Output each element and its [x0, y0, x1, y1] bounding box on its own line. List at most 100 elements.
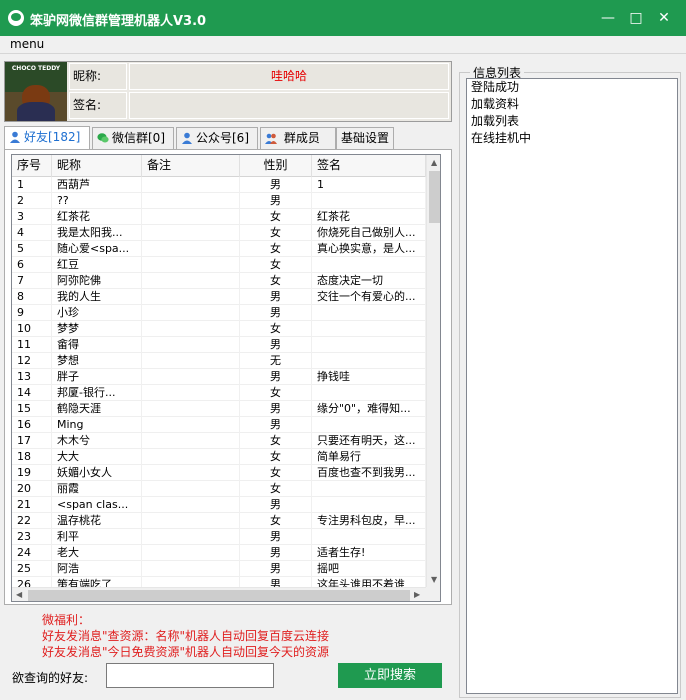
table-row[interactable]: 13 胖子 男挣钱哇: [12, 369, 426, 385]
cell-gender: 女: [240, 481, 312, 497]
cell-signature: 红茶花: [312, 209, 426, 225]
column-header-gender[interactable]: 性别: [240, 155, 312, 177]
scroll-up-icon[interactable]: ▲: [431, 158, 437, 167]
cell-signature: 1: [312, 177, 426, 193]
horizontal-scrollbar[interactable]: ◀ ▶: [12, 587, 426, 601]
cell-remark: [142, 209, 240, 225]
user-icon: [182, 132, 192, 144]
cell-index: 4: [12, 225, 52, 241]
tab-group-members-label: 群成员: [283, 131, 320, 145]
table-row[interactable]: 15 鹤隐天涯 男缘分"0"，难得知...: [12, 401, 426, 417]
cell-remark: [142, 401, 240, 417]
column-header-nickname[interactable]: 昵称: [52, 155, 142, 177]
table-row[interactable]: 14 邦厦-银行... 女: [12, 385, 426, 401]
cell-nickname: ??: [52, 193, 142, 209]
cell-gender: 女: [240, 433, 312, 449]
friend-search-input[interactable]: [106, 663, 274, 688]
cell-signature: [312, 353, 426, 369]
cell-index: 8: [12, 289, 52, 305]
cell-nickname: 木木兮: [52, 433, 142, 449]
column-header-signature[interactable]: 签名: [312, 155, 426, 177]
cell-index: 7: [12, 273, 52, 289]
scroll-right-icon[interactable]: ▶: [414, 590, 420, 599]
table-row[interactable]: 1 西葫芦男 1: [12, 177, 426, 193]
list-item[interactable]: 登陆成功: [467, 79, 677, 96]
table-row[interactable]: 7 阿弥陀佛 女态度决定一切: [12, 273, 426, 289]
table-row[interactable]: 4 我是太阳我... 女你烧死自己做别人...: [12, 225, 426, 241]
horizontal-scroll-thumb[interactable]: [28, 590, 410, 601]
table-row[interactable]: 23 利平 男: [12, 529, 426, 545]
table-row[interactable]: 8 我的人生 男交往一个有爱心的...: [12, 289, 426, 305]
cell-nickname: 我的人生: [52, 289, 142, 305]
table-row[interactable]: 6 红豆 女: [12, 257, 426, 273]
tab-friends[interactable]: 好友[182]: [4, 126, 90, 150]
table-row[interactable]: 19 妖媚小女人 女百度也查不到我男...: [12, 465, 426, 481]
cell-signature: [312, 321, 426, 337]
tab-group-members[interactable]: 群成员: [260, 127, 336, 149]
cell-nickname: 随心爱<spa...: [52, 241, 142, 257]
cell-remark: [142, 353, 240, 369]
cell-remark: [142, 177, 240, 193]
table-row[interactable]: 2?? 男: [12, 193, 426, 209]
title-bar[interactable]: 笨驴网微信群管理机器人V3.0 — □ ✕: [0, 0, 686, 36]
cell-index: 10: [12, 321, 52, 337]
table-row[interactable]: 17 木木兮 女只要还有明天，这...: [12, 433, 426, 449]
search-button[interactable]: 立即搜索: [338, 663, 442, 688]
nickname-label: 昵称:: [69, 63, 127, 90]
cell-signature: 只要还有明天，这...: [312, 433, 426, 449]
table-row[interactable]: 25 阿浩 男摇吧: [12, 561, 426, 577]
table-row[interactable]: 9 小珍 男: [12, 305, 426, 321]
list-item[interactable]: 在线挂机中: [467, 130, 677, 147]
cell-remark: [142, 241, 240, 257]
menu-item[interactable]: menu: [10, 37, 44, 51]
tab-official-accounts[interactable]: 公众号[6]: [176, 127, 258, 149]
table-row[interactable]: 21 <span clas... 男: [12, 497, 426, 513]
list-item[interactable]: 加载列表: [467, 113, 677, 130]
cell-gender: 男: [240, 497, 312, 513]
cell-index: 18: [12, 449, 52, 465]
maximize-button[interactable]: □: [624, 7, 648, 29]
table-row[interactable]: 12 梦想 无: [12, 353, 426, 369]
table-row[interactable]: 10 梦梦 女: [12, 321, 426, 337]
table-row[interactable]: 24 老大 男适者生存!: [12, 545, 426, 561]
cell-gender: 男: [240, 561, 312, 577]
close-button[interactable]: ✕: [652, 7, 676, 29]
cell-index: 19: [12, 465, 52, 481]
list-item[interactable]: 加载资料: [467, 96, 677, 113]
column-header-remark[interactable]: 备注: [142, 155, 240, 177]
friends-table[interactable]: 序号 昵称 备注 性别 签名 1 西葫芦男 1 2?? 男 3 红茶花女红茶花 4 我是太阳我.…: [11, 154, 441, 602]
cell-signature: 真心换实意，是人...: [312, 241, 426, 257]
vertical-scrollbar[interactable]: ▲ ▼: [426, 155, 440, 587]
minimize-button[interactable]: —: [596, 7, 620, 29]
column-header-index[interactable]: 序号: [12, 155, 52, 177]
tab-wechat-groups[interactable]: 微信群[0]: [92, 127, 174, 149]
cell-remark: [142, 561, 240, 577]
scroll-down-icon[interactable]: ▼: [431, 575, 437, 584]
tab-basic-settings[interactable]: 基础设置: [336, 127, 394, 149]
table-row[interactable]: 16 Ming 男: [12, 417, 426, 433]
table-row[interactable]: 3 红茶花女红茶花: [12, 209, 426, 225]
cell-index: 13: [12, 369, 52, 385]
tab-official-accounts-label: 公众号[6]: [196, 131, 249, 145]
table-row[interactable]: 22 温存桃花 女专注男科包皮，早...: [12, 513, 426, 529]
cell-signature: 专注男科包皮，早...: [312, 513, 426, 529]
table-row[interactable]: 18 大大 女简单易行: [12, 449, 426, 465]
table-row[interactable]: 11 畲得 男: [12, 337, 426, 353]
table-row[interactable]: 5 随心爱<spa... 女真心换实意，是人...: [12, 241, 426, 257]
cell-index: 9: [12, 305, 52, 321]
signature-label: 签名:: [69, 92, 127, 119]
cell-signature: 简单易行: [312, 449, 426, 465]
cell-nickname: 温存桃花: [52, 513, 142, 529]
cell-remark: [142, 449, 240, 465]
info-list[interactable]: 登陆成功 加载资料 加载列表 在线挂机中: [466, 78, 678, 694]
table-row[interactable]: 20 丽霞 女: [12, 481, 426, 497]
wechat-icon: [97, 133, 109, 143]
profile-panel: CHOCO TEDDY 昵称: 哇哈哈 签名:: [4, 61, 452, 122]
cell-remark: [142, 257, 240, 273]
scroll-left-icon[interactable]: ◀: [16, 590, 22, 599]
cell-signature: [312, 385, 426, 401]
vertical-scroll-thumb[interactable]: [429, 171, 440, 223]
cell-index: 16: [12, 417, 52, 433]
scrollbar-corner: [426, 587, 440, 601]
cell-nickname: 老大: [52, 545, 142, 561]
